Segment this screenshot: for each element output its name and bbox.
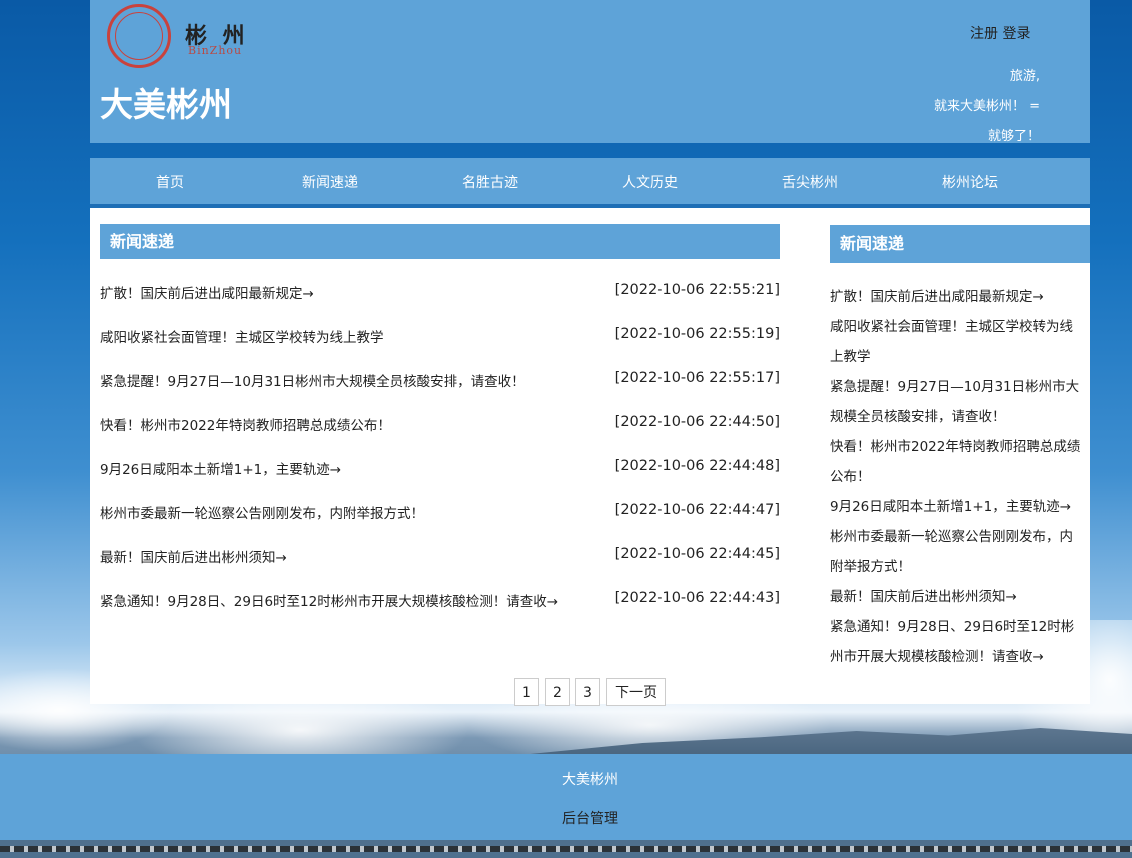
login-link[interactable]: 登录 [1002,26,1030,42]
news-row: 彬州市委最新一轮巡察公告刚刚发布，内附举报方式！ [2022-10-06 22:… [100,502,780,522]
news-title-link[interactable]: 快看！彬州市2022年特岗教师招聘总成绩公布！ [100,414,391,434]
sidebar-news-line[interactable]: 最新！国庆前后进出彬州须知→ [830,582,1088,612]
news-title-link[interactable]: 扩散！国庆前后进出咸阳最新规定→ [100,282,314,302]
news-title-link[interactable]: 咸阳收紧社会面管理！主城区学校转为线上教学 [100,326,384,346]
sidebar-news-line[interactable]: 公布！ [830,462,1088,492]
news-date: [2022-10-06 22:55:21] [614,282,780,298]
news-title-link[interactable]: 彬州市委最新一轮巡察公告刚刚发布，内附举报方式！ [100,502,424,522]
news-row: 快看！彬州市2022年特岗教师招聘总成绩公布！ [2022-10-06 22:4… [100,414,780,434]
news-date: [2022-10-06 22:44:45] [614,546,780,562]
news-title-link[interactable]: 紧急提醒！9月27日—10月31日彬州市大规模全员核酸安排，请查收！ [100,370,525,390]
news-row: 咸阳收紧社会面管理！主城区学校转为线上教学 [2022-10-06 22:55:… [100,326,780,346]
news-title-link[interactable]: 9月26日咸阳本土新增1+1，主要轨迹→ [100,458,341,478]
news-row: 扩散！国庆前后进出咸阳最新规定→ [2022-10-06 22:55:21] [100,282,780,302]
sidebar-news-line[interactable]: 规模全员核酸安排，请查收！ [830,402,1088,432]
news-title-link[interactable]: 紧急通知！9月28日、29日6时至12时彬州市开展大规模核酸检测！请查收→ [100,590,558,610]
news-row: 最新！国庆前后进出彬州须知→ [2022-10-06 22:44:45] [100,546,780,566]
news-date: [2022-10-06 22:55:19] [614,326,780,342]
site-header: 彬 州 BinZhou 大美彬州 注册 登录 旅游, 就来大美彬州！ = 就够了… [90,0,1090,144]
news-section-heading: 新闻速递 [100,224,780,259]
news-title-link[interactable]: 最新！国庆前后进出彬州须知→ [100,546,287,566]
slogan-line: 就来大美彬州！ = [933,99,1040,114]
news-date: [2022-10-06 22:44:47] [614,502,780,518]
news-row: 9月26日咸阳本土新增1+1，主要轨迹→ [2022-10-06 22:44:4… [100,458,780,478]
slogan-line: 就够了！ [987,129,1040,144]
register-link[interactable]: 注册 [970,26,998,42]
page-2-button[interactable]: 2 [545,678,570,706]
sidebar-news-line[interactable]: 9月26日咸阳本土新增1+1，主要轨迹→ [830,492,1088,522]
auth-links: 注册 登录 [970,23,1030,43]
main-nav: 首页 新闻速递 名胜古迹 人文历史 舌尖彬州 彬州论坛 [90,158,1090,208]
sidebar-news-line[interactable]: 州市开展大规模核酸检测！请查收→ [830,642,1088,672]
sidebar-news-line[interactable]: 附举报方式！ [830,552,1088,582]
nav-item-sights[interactable]: 名胜古迹 [410,172,570,192]
sidebar-news-line[interactable]: 咸阳收紧社会面管理！主城区学校转为线 [830,312,1088,342]
news-date: [2022-10-06 22:44:43] [614,590,780,606]
sidebar-heading: 新闻速递 [830,225,1090,263]
nav-item-home[interactable]: 首页 [90,172,250,192]
main-content: 新闻速递 扩散！国庆前后进出咸阳最新规定→ [2022-10-06 22:55:… [90,208,1090,706]
page-1-button[interactable]: 1 [514,678,539,706]
sidebar-news-line[interactable]: 紧急通知！9月28日、29日6时至12时彬 [830,612,1088,642]
logo-english-text: BinZhou [188,44,243,57]
nav-item-news[interactable]: 新闻速递 [250,172,410,192]
news-date: [2022-10-06 22:44:48] [614,458,780,474]
news-date: [2022-10-06 22:44:50] [614,414,780,430]
slogan: 旅游, 就来大美彬州！ = 就够了！ [840,62,1040,152]
background-rope [0,846,1132,852]
site-footer: 大美彬州 后台管理 [0,754,1132,840]
sidebar-news-line[interactable]: 扩散！国庆前后进出咸阳最新规定→ [830,282,1088,312]
nav-item-food[interactable]: 舌尖彬州 [730,172,890,192]
page-3-button[interactable]: 3 [575,678,600,706]
news-date: [2022-10-06 22:55:17] [614,370,780,386]
footer-admin-link[interactable]: 后台管理 [0,808,1132,828]
sidebar-news-line[interactable]: 紧急提醒！9月27日—10月31日彬州市大 [830,372,1088,402]
slogan-line: 旅游, [1009,69,1040,84]
news-row: 紧急通知！9月28日、29日6时至12时彬州市开展大规模核酸检测！请查收→ [2… [100,590,780,610]
next-page-button[interactable]: 下一页 [606,678,666,706]
binzhou-seal-logo-icon [107,4,171,68]
footer-site-name: 大美彬州 [562,772,618,788]
nav-item-history[interactable]: 人文历史 [570,172,730,192]
news-row: 紧急提醒！9月27日—10月31日彬州市大规模全员核酸安排，请查收！ [2022… [100,370,780,390]
sidebar-news-line[interactable]: 彬州市委最新一轮巡察公告刚刚发布，内 [830,522,1088,552]
sidebar-news-line[interactable]: 快看！彬州市2022年特岗教师招聘总成绩 [830,432,1088,462]
sidebar-news-list: 扩散！国庆前后进出咸阳最新规定→ 咸阳收紧社会面管理！主城区学校转为线 上教学 … [830,282,1088,672]
nav-item-forum[interactable]: 彬州论坛 [890,172,1050,192]
sidebar-news-line[interactable]: 上教学 [830,342,1088,372]
site-title: 大美彬州 [100,85,232,124]
